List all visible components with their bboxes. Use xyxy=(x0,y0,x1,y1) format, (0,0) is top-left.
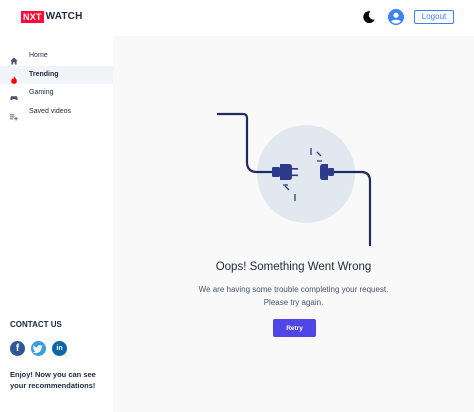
home-icon xyxy=(10,52,18,65)
fire-icon xyxy=(10,71,18,84)
sidebar-item-label: Home xyxy=(29,52,48,59)
sidebar-item-home[interactable]: Home xyxy=(0,47,113,65)
sidebar-item-label: Trending xyxy=(29,71,59,78)
sidebar: Home Trending Gaming Saved videos CONTAC… xyxy=(0,36,113,412)
sidebar-item-trending[interactable]: Trending xyxy=(0,66,113,84)
nxt-watch-logo[interactable]: NXT WATCH xyxy=(21,11,83,23)
main-content: Oops! Something Went Wrong We are having… xyxy=(113,36,474,412)
contact-message: Enjoy! Now you can see your recommendati… xyxy=(10,370,96,390)
sidebar-item-gaming[interactable]: Gaming xyxy=(0,84,113,102)
unplugged-cable-illustration xyxy=(217,112,372,246)
sidebar-item-label: Saved videos xyxy=(29,108,72,115)
failure-heading: Oops! Something Went Wrong xyxy=(215,261,372,273)
sidebar-item-label: Gaming xyxy=(29,89,54,96)
failure-description-line2: Please try again. xyxy=(263,298,324,307)
facebook-icon[interactable]: f xyxy=(10,341,25,356)
logo-watch: WATCH xyxy=(45,11,83,22)
moon-icon[interactable] xyxy=(362,10,376,24)
logo-nxt: NXT xyxy=(21,11,44,23)
failure-description-line1: We are having some trouble completing yo… xyxy=(198,285,389,294)
contact-us-heading: CONTACT US xyxy=(10,320,62,329)
gamepad-icon xyxy=(10,89,18,101)
header: NXT WATCH Logout xyxy=(0,0,474,36)
linkedin-icon[interactable]: in xyxy=(52,341,67,356)
playlist-add-icon xyxy=(10,108,18,121)
failure-description: We are having some trouble completing yo… xyxy=(113,283,474,309)
twitter-icon[interactable] xyxy=(31,341,46,356)
retry-button[interactable]: Retry xyxy=(273,319,316,337)
profile-avatar[interactable] xyxy=(388,9,404,25)
logout-button[interactable]: Logout xyxy=(414,10,454,24)
sidebar-item-saved-videos[interactable]: Saved videos xyxy=(0,103,113,121)
